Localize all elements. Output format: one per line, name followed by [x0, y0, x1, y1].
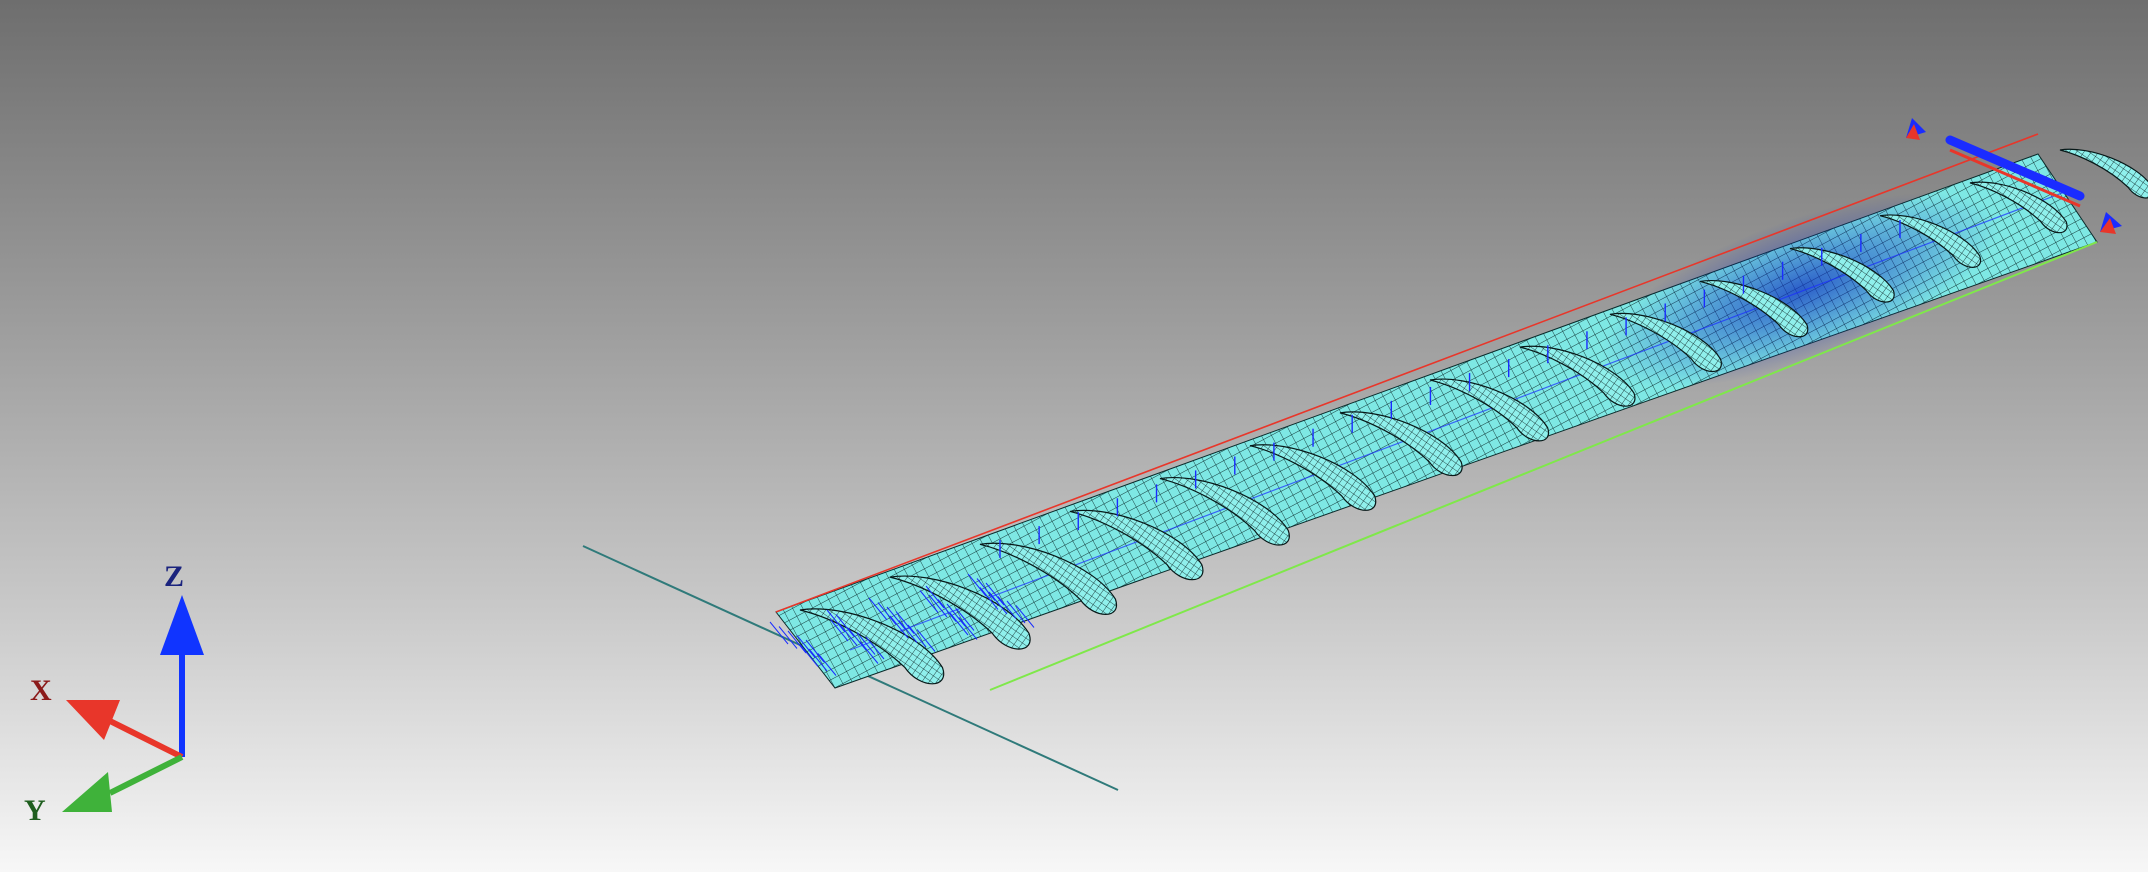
z-axis-label: Z — [164, 560, 184, 593]
x-axis-label: X — [30, 674, 52, 707]
y-axis-label: Y — [24, 794, 46, 827]
x-axis-line — [108, 718, 184, 760]
3d-viewport[interactable]: Z X Y — [0, 0, 2148, 872]
trailing-edge-line — [989, 241, 2098, 691]
y-axis-line — [108, 754, 184, 796]
leading-edge-line — [775, 133, 2039, 613]
y-axis-arrowhead — [62, 772, 112, 812]
wing-model[interactable]: Z X Y — [0, 0, 2148, 872]
z-axis-arrowhead — [160, 595, 204, 655]
x-axis-arrowhead — [66, 700, 120, 740]
coordinate-triad[interactable]: Z X Y — [24, 560, 204, 827]
spar-line — [849, 189, 2071, 651]
